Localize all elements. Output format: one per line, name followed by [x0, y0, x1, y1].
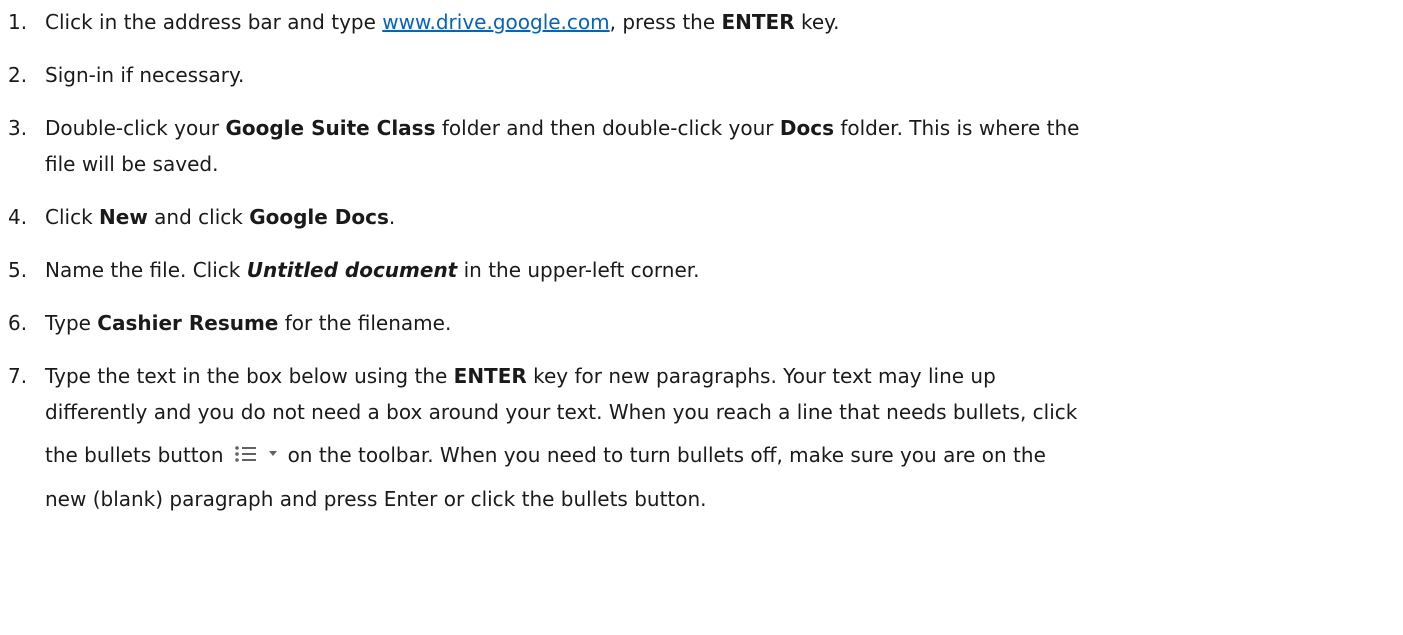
step-line: file will be saved. [45, 152, 219, 176]
step-text: key for new paragraphs. Your text may li… [526, 364, 996, 388]
step-number: 7. [8, 364, 28, 388]
step-text: on the toolbar. When you need to turn bu… [287, 443, 1046, 467]
enter-key-label: ENTER [453, 364, 527, 388]
google-docs-label: Google Docs [249, 205, 389, 229]
step-text: Click in the address bar and type [45, 10, 383, 34]
bulleted-list-icon [234, 431, 280, 481]
step-text: Sign-in if necessary. [45, 63, 245, 87]
step-7: 7. Type the text in the box below using … [8, 358, 1378, 517]
step-text: , press the [609, 10, 722, 34]
enter-key-label: ENTER [721, 10, 795, 34]
folder-name-google-suite-class: Google Suite Class [225, 116, 436, 140]
step-text: Type the text in the box below using the [45, 364, 454, 388]
step-line: differently and you do not need a box ar… [45, 400, 1078, 424]
step-text: . [388, 205, 396, 229]
step-1: 1. Click in the address bar and type www… [8, 4, 1378, 40]
step-number: 3. [8, 116, 28, 140]
step-text: Double-click your [45, 116, 226, 140]
filename-label: Cashier Resume [97, 311, 279, 335]
step-line: Type the text in the box below using the… [45, 358, 1378, 394]
step-3: 3. Double-click your Google Suite Class … [8, 110, 1378, 182]
folder-name-docs: Docs [779, 116, 834, 140]
step-text: Type [45, 311, 98, 335]
drive-url-link[interactable]: www.drive.google.com [382, 10, 609, 34]
step-number: 5. [8, 258, 28, 282]
step-line: Double-click your Google Suite Class fol… [45, 110, 1378, 146]
step-5: 5. Name the file. Click Untitled documen… [8, 252, 1378, 288]
step-2: 2. Sign-in if necessary. [8, 57, 1378, 93]
step-text: folder and then double-click your [435, 116, 780, 140]
step-text: in the upper-left corner. [457, 258, 700, 282]
step-4: 4. Click New and click Google Docs. [8, 199, 1378, 235]
step-6: 6. Type Cashier Resume for the filename. [8, 305, 1378, 341]
step-text: the bullets button [45, 443, 224, 467]
untitled-document-label: Untitled document [246, 258, 458, 282]
new-button-label: New [99, 205, 148, 229]
instructions-page: 1. Click in the address bar and type www… [0, 0, 1403, 635]
step-number: 1. [8, 10, 28, 34]
step-line: the bullets button on the toolbar. When … [45, 430, 1378, 481]
step-text: for the filename. [278, 311, 452, 335]
instruction-steps-list: 1. Click in the address bar and type www… [8, 4, 1403, 517]
step-text: Name the file. Click [45, 258, 247, 282]
step-text: key. [794, 10, 840, 34]
step-number: 6. [8, 311, 28, 335]
step-line: new (blank) paragraph and press Enter or… [45, 487, 707, 511]
step-number: 4. [8, 205, 28, 229]
step-text: folder. This is where the [833, 116, 1080, 140]
dropdown-arrow-icon [268, 451, 277, 456]
step-text: and click [147, 205, 250, 229]
step-number: 2. [8, 63, 28, 87]
step-text: Click [45, 205, 100, 229]
